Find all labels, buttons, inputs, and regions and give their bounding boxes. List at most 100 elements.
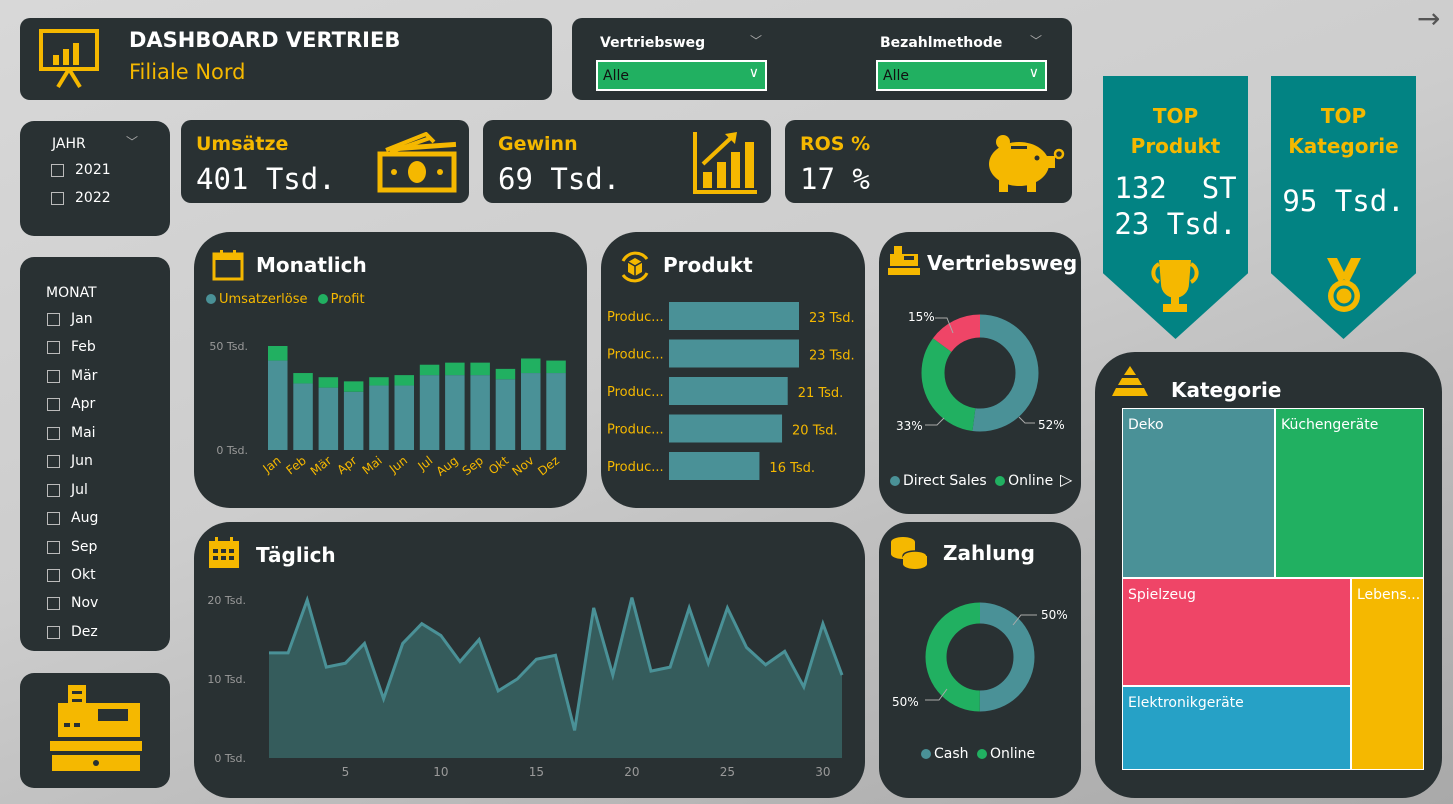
checkbox[interactable] — [47, 426, 60, 440]
checkbox[interactable] — [47, 596, 60, 610]
daily-chart: 20 Tsd. 10 Tsd. 0 Tsd. 5 10 15 20 25 30 — [207, 594, 844, 779]
data-label: 20 Tsd. — [792, 424, 838, 439]
checkbox[interactable] — [51, 163, 64, 177]
year-option[interactable]: 2022 — [51, 190, 111, 206]
month-option[interactable]: Dez — [47, 624, 98, 640]
product-bar — [669, 377, 788, 405]
treemap-tile[interactable]: Küchengeräte — [1275, 408, 1424, 578]
checkbox[interactable] — [47, 568, 60, 582]
bezahlmethode-dropdown[interactable]: Alle ∨ — [876, 60, 1047, 91]
month-option-label: Feb — [71, 339, 96, 355]
checkbox[interactable] — [51, 191, 64, 205]
month-option[interactable]: Jul — [47, 482, 88, 498]
tile-label: Lebens... — [1357, 587, 1421, 603]
year-option-label: 2021 — [75, 162, 111, 178]
dashboard-header: DASHBOARD VERTRIEB Filiale Nord — [20, 18, 552, 100]
month-option[interactable]: Mär — [47, 368, 97, 384]
checkbox[interactable] — [47, 483, 60, 497]
bar-profit — [521, 358, 541, 374]
checkbox[interactable] — [47, 540, 60, 554]
bar-profit — [369, 377, 389, 386]
bar-umsatz — [343, 391, 364, 450]
treemap-tile[interactable]: Elektronikgeräte — [1122, 686, 1351, 770]
bar-umsatz — [268, 360, 288, 450]
treemap-tile[interactable]: Lebens... — [1351, 578, 1424, 770]
taeglich-panel: Täglich 20 Tsd. 10 Tsd. 0 Tsd. 5 10 15 20 25 30 — [194, 522, 865, 798]
product-bar — [669, 302, 799, 330]
banner-value: 95 Tsd. — [1282, 184, 1405, 218]
category-label: Produc... — [607, 460, 664, 475]
month-option-label: Mai — [71, 425, 96, 441]
monatlich-panel: Monatlich Umsatzerlöse Profit 50 Tsd. 0 T… — [194, 232, 587, 508]
checkbox[interactable] — [47, 625, 60, 639]
x-tick-label: Dez — [535, 453, 562, 478]
data-label: 21 Tsd. — [798, 386, 844, 401]
banner-value: 23 Tsd. — [1114, 207, 1237, 241]
year-option[interactable]: 2021 — [51, 162, 111, 178]
chevron-down-icon[interactable]: ﹀ — [750, 32, 762, 49]
month-option[interactable]: Nov — [47, 595, 98, 611]
kpi-umsatz: Umsätze 401 Tsd. — [181, 120, 469, 203]
checkbox[interactable] — [47, 369, 60, 383]
category-label: Produc... — [607, 385, 664, 400]
kpi-value: 69 Tsd. — [498, 162, 621, 196]
month-option[interactable]: Sep — [47, 539, 97, 555]
chevron-down-icon[interactable]: ﹀ — [1030, 32, 1042, 49]
month-option[interactable]: Apr — [47, 396, 95, 412]
treemap-tile[interactable]: Spielzeug — [1122, 578, 1351, 686]
month-option[interactable]: Jan — [47, 311, 93, 327]
bar-profit — [268, 346, 288, 361]
presentation-chart-icon — [39, 29, 99, 89]
bar-profit — [495, 368, 516, 380]
checkbox[interactable] — [47, 340, 60, 354]
month-option[interactable]: Okt — [47, 567, 96, 583]
bar-umsatz — [546, 373, 566, 450]
checkbox[interactable] — [47, 511, 60, 525]
x-tick-label: Mai — [360, 453, 385, 477]
product-bar — [669, 339, 799, 368]
forward-arrow-icon[interactable]: → — [1417, 2, 1440, 35]
vertriebsweg-dropdown[interactable]: Alle ∨ — [596, 60, 767, 91]
data-label: 50% — [1041, 608, 1068, 622]
x-tick-label: 10 — [433, 765, 448, 779]
product-bar — [669, 414, 783, 443]
month-option-label: Jun — [71, 453, 93, 469]
checkbox[interactable] — [47, 312, 60, 326]
bar-umsatz — [470, 375, 490, 450]
chart-legend: Cash Online — [921, 746, 1035, 762]
month-option-label: Mär — [71, 368, 98, 384]
month-option[interactable]: Mai — [47, 425, 96, 441]
kategorie-panel: Kategorie Deko Küchengeräte Spielzeug Le… — [1095, 352, 1442, 798]
product-chart: Produc... 23 Tsd. Produc... 23 Tsd. Produc..… — [607, 302, 855, 480]
month-option-label: Sep — [71, 539, 98, 555]
cash-register-tile — [20, 673, 170, 788]
x-tick-label: 5 — [342, 765, 350, 779]
x-tick-label: Nov — [510, 453, 537, 478]
bar-profit — [419, 364, 440, 376]
bar-umsatz — [521, 373, 541, 450]
tile-label: Deko — [1128, 417, 1164, 433]
y-tick-label: 10 Tsd. — [207, 673, 246, 686]
bar-umsatz — [419, 375, 440, 450]
checkbox[interactable] — [47, 397, 60, 411]
tile-label: Elektronikgeräte — [1128, 695, 1244, 711]
data-label: 23 Tsd. — [809, 311, 855, 326]
checkbox[interactable] — [47, 454, 60, 468]
treemap-tile[interactable]: Deko — [1122, 408, 1275, 578]
category-label: Produc... — [607, 348, 664, 363]
bezahlmethode-value: Alle — [883, 68, 909, 84]
chevron-down-icon[interactable]: ﹀ — [126, 133, 138, 150]
x-tick-label: Jan — [260, 453, 284, 476]
tile-label: Spielzeug — [1128, 587, 1196, 603]
month-option[interactable]: Feb — [47, 339, 96, 355]
month-option-label: Aug — [71, 510, 99, 526]
panel-title: Kategorie — [1171, 378, 1282, 402]
legend-label: Direct Sales — [903, 473, 987, 489]
chevron-down-icon: ∨ — [748, 65, 759, 81]
month-option[interactable]: Jun — [47, 453, 93, 469]
cash-register-icon — [50, 685, 142, 771]
x-tick-label: Okt — [486, 453, 511, 477]
kpi-gewinn: Gewinn 69 Tsd. — [483, 120, 771, 203]
month-option[interactable]: Aug — [47, 510, 98, 526]
legend-next-arrow-icon[interactable]: ▷ — [1060, 470, 1072, 489]
